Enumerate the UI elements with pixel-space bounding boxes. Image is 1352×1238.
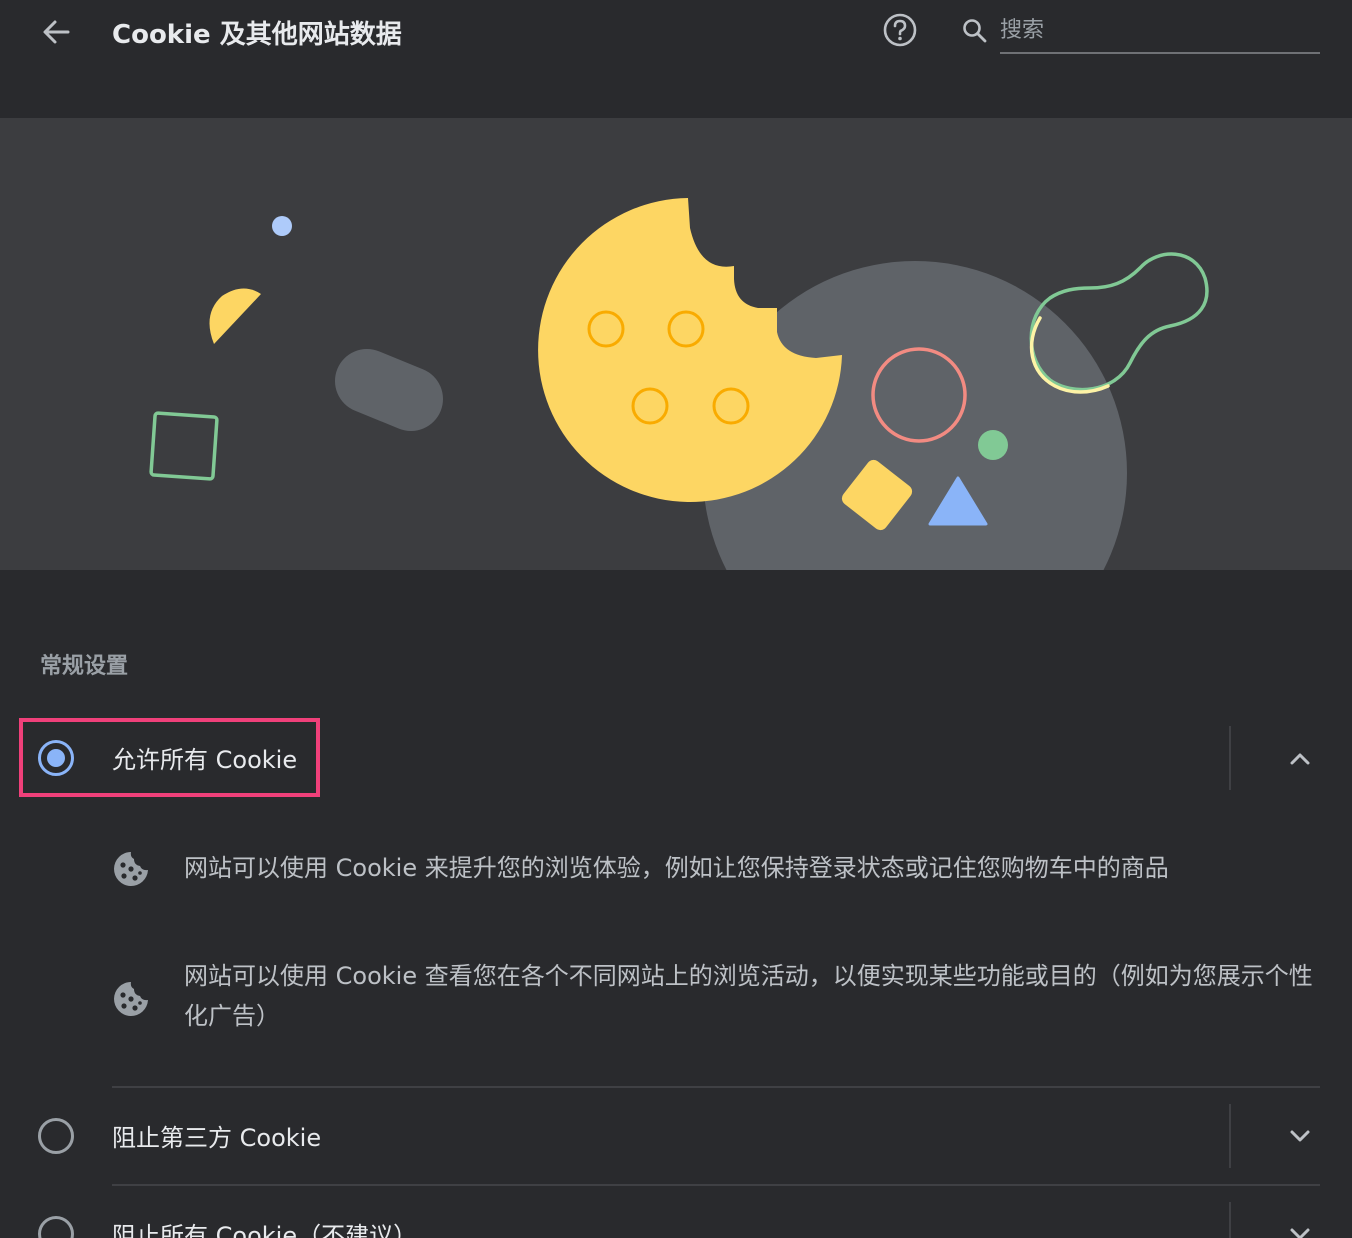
help-button[interactable] (880, 10, 920, 50)
green-square-outline (149, 411, 219, 481)
help-icon (883, 13, 917, 47)
yellow-half-moon (209, 288, 261, 344)
gray-capsule (335, 349, 443, 431)
option-label: 阻止第三方 Cookie (112, 1124, 322, 1152)
chevron-down-icon (1290, 1228, 1310, 1238)
expand-button[interactable] (1280, 1214, 1320, 1238)
row-divider (1229, 1202, 1231, 1238)
row-divider (1229, 1104, 1231, 1168)
description-text: 网站可以使用 Cookie 查看您在各个不同网站上的浏览活动，以便实现某些功能或… (184, 962, 1313, 1030)
option-label: 阻止所有 Cookie（不建议） (112, 1222, 418, 1238)
chevron-up-icon (1290, 753, 1310, 765)
description-text: 网站可以使用 Cookie 来提升您的浏览体验，例如让您保持登录状态或记住您购物… (184, 854, 1169, 882)
back-button[interactable] (36, 12, 76, 52)
search-icon (963, 19, 987, 43)
green-dot (978, 430, 1008, 460)
divider (112, 1184, 1320, 1186)
divider (112, 1086, 1320, 1088)
collapse-button[interactable] (1280, 738, 1320, 778)
row-divider (1229, 726, 1231, 790)
cookie-icon (114, 852, 148, 886)
chevron-down-icon (1290, 1130, 1310, 1142)
page-header: Cookie 及其他网站数据 (0, 0, 1352, 118)
arrow-back-icon (43, 20, 70, 44)
selection-highlight-box (19, 718, 320, 797)
option-block-third-party[interactable]: 阻止第三方 Cookie (0, 1096, 1352, 1176)
search-box (960, 8, 1320, 56)
radio-block-third-party[interactable] (38, 1118, 74, 1154)
blue-dot (272, 216, 292, 236)
cookie-illustration-banner (0, 118, 1352, 570)
cookie-icon (114, 982, 148, 1016)
expand-button[interactable] (1280, 1116, 1320, 1156)
cookie-illustration (149, 198, 1209, 570)
page-title: Cookie 及其他网站数据 (112, 20, 402, 50)
option-block-all[interactable]: 阻止所有 Cookie（不建议） (0, 1194, 1352, 1238)
radio-block-all[interactable] (38, 1216, 74, 1238)
section-title: 常规设置 (40, 654, 129, 679)
search-input[interactable] (1000, 8, 1320, 54)
